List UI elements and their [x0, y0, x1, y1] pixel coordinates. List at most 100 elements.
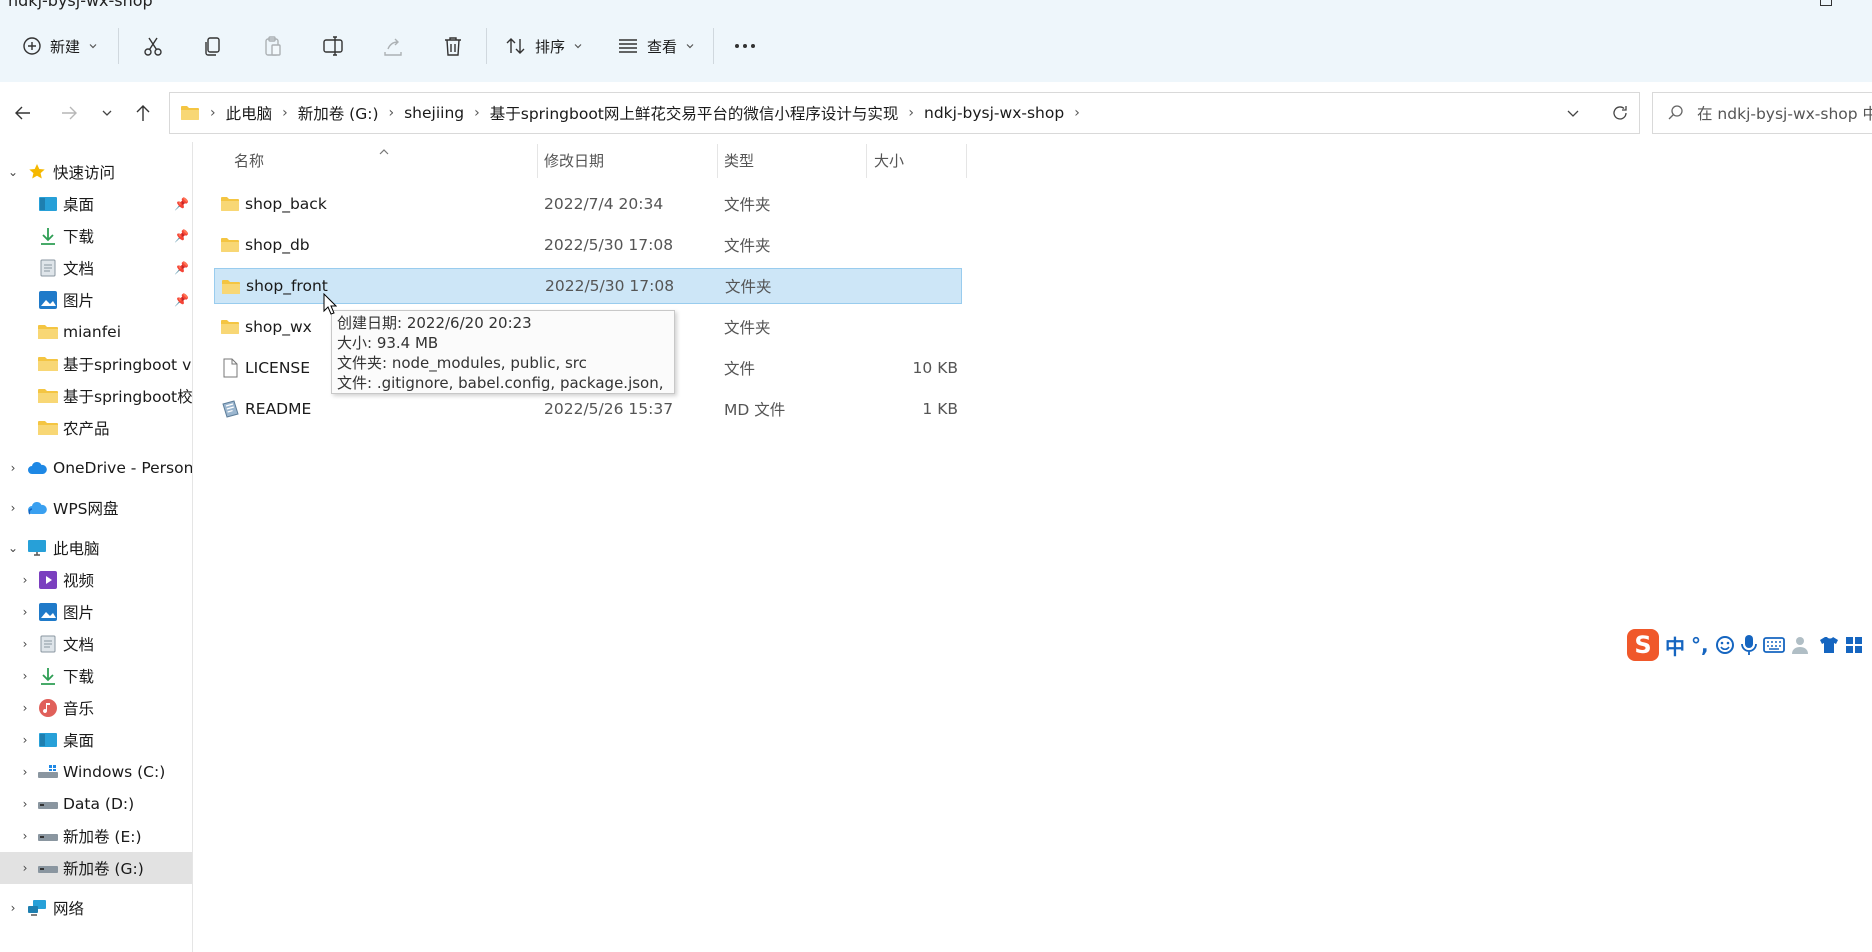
- column-divider[interactable]: [537, 144, 538, 178]
- nav-drive-d[interactable]: › Data (D:): [0, 788, 192, 820]
- chevron-right-icon[interactable]: ›: [18, 733, 32, 747]
- chevron-right-icon[interactable]: ›: [18, 669, 32, 683]
- breadcrumb-separator[interactable]: ›: [474, 105, 480, 121]
- address-bar[interactable]: › 此电脑 › 新加卷 (G:) › shejiing › 基于springbo…: [169, 92, 1640, 134]
- file-row[interactable]: shop_db 2022/5/30 17:08 文件夹: [214, 227, 962, 263]
- keyboard-icon[interactable]: [1762, 637, 1785, 653]
- chevron-right-icon[interactable]: ›: [18, 637, 32, 651]
- search-input[interactable]: 在 ndkj-bysj-wx-shop 中: [1652, 92, 1872, 134]
- chevron-right-icon[interactable]: ›: [6, 461, 20, 475]
- breadcrumb-separator[interactable]: ›: [908, 105, 914, 121]
- sort-button[interactable]: 排序: [505, 23, 583, 69]
- chevron-right-icon[interactable]: ›: [6, 501, 20, 515]
- recent-locations-button[interactable]: [100, 106, 114, 124]
- column-header-name[interactable]: 名称: [234, 150, 264, 174]
- pin-icon[interactable]: 📌: [174, 293, 189, 307]
- column-divider[interactable]: [866, 144, 867, 178]
- nav-network[interactable]: › 网络: [0, 892, 192, 924]
- nav-pc-downloads[interactable]: › 下载: [0, 660, 192, 692]
- file-name: shop_db: [245, 236, 310, 254]
- column-header-date[interactable]: 修改日期: [544, 150, 604, 174]
- nav-pc-videos[interactable]: › 视频: [0, 564, 192, 596]
- chevron-down-icon[interactable]: ⌄: [6, 541, 20, 555]
- emoji-icon[interactable]: [1715, 635, 1735, 655]
- chevron-right-icon[interactable]: ›: [6, 901, 20, 915]
- nav-quick-folder-vue[interactable]: 基于springboot vu: [0, 348, 192, 380]
- delete-button[interactable]: [442, 23, 464, 69]
- pin-icon[interactable]: 📌: [174, 229, 189, 243]
- up-button[interactable]: [132, 102, 154, 128]
- nav-this-pc[interactable]: ⌄ 此电脑: [0, 532, 192, 564]
- column-divider[interactable]: [717, 144, 718, 178]
- chevron-right-icon[interactable]: ›: [18, 573, 32, 587]
- breadcrumb-separator[interactable]: ›: [389, 105, 395, 121]
- address-dropdown-button[interactable]: [1565, 105, 1581, 125]
- refresh-button[interactable]: [1610, 103, 1630, 127]
- pin-icon[interactable]: 📌: [174, 197, 189, 211]
- new-button[interactable]: 新建: [22, 23, 98, 69]
- nav-pc-desktop[interactable]: › 桌面: [0, 724, 192, 756]
- breadcrumb-current[interactable]: ndkj-bysj-wx-shop: [924, 104, 1064, 122]
- nav-label: 桌面: [63, 732, 95, 750]
- user-tools-icon[interactable]: [1791, 635, 1813, 655]
- chevron-right-icon[interactable]: ›: [18, 605, 32, 619]
- nav-pc-music[interactable]: › 音乐: [0, 692, 192, 724]
- chevron-right-icon[interactable]: ›: [18, 701, 32, 715]
- view-button[interactable]: 查看: [617, 23, 695, 69]
- paste-button[interactable]: [262, 23, 284, 69]
- rename-button[interactable]: [322, 23, 344, 69]
- nav-quick-folder-campus[interactable]: 基于springboot校园: [0, 380, 192, 412]
- sogou-logo-icon[interactable]: S: [1627, 629, 1659, 661]
- skin-shirt-icon[interactable]: [1819, 635, 1839, 655]
- cut-button[interactable]: [142, 23, 164, 69]
- chevron-right-icon[interactable]: ›: [18, 797, 32, 811]
- share-button[interactable]: [382, 23, 404, 69]
- rename-icon: [323, 36, 343, 56]
- chevron-right-icon[interactable]: ›: [18, 829, 32, 843]
- file-row[interactable]: README 2022/5/26 15:37 MD 文件 1 KB: [214, 391, 962, 427]
- file-name: shop_back: [245, 195, 327, 213]
- breadcrumb-shejiing[interactable]: shejiing: [404, 104, 464, 122]
- breadcrumb-this-pc[interactable]: 此电脑: [226, 102, 273, 124]
- nav-quick-documents[interactable]: 文档 📌: [0, 252, 192, 284]
- nav-quick-access[interactable]: ⌄ 快速访问: [0, 156, 192, 188]
- copy-button[interactable]: [202, 23, 224, 69]
- column-divider[interactable]: [966, 144, 967, 178]
- column-header-type[interactable]: 类型: [724, 150, 754, 174]
- nav-drive-e[interactable]: › 新加卷 (E:): [0, 820, 192, 852]
- chevron-down-icon[interactable]: ⌄: [6, 165, 20, 179]
- ime-punctuation-toggle[interactable]: °,: [1691, 633, 1709, 657]
- folder-icon: [222, 280, 240, 294]
- breadcrumb-drive-g[interactable]: 新加卷 (G:): [298, 102, 379, 124]
- microphone-icon[interactable]: [1740, 634, 1757, 656]
- toolbox-grid-icon[interactable]: [1845, 636, 1863, 654]
- nav-wps[interactable]: › WPS网盘: [0, 492, 192, 524]
- nav-pc-documents[interactable]: › 文档: [0, 628, 192, 660]
- nav-drive-c[interactable]: › Windows (C:): [0, 756, 192, 788]
- nav-drive-g[interactable]: › 新加卷 (G:): [0, 852, 192, 884]
- breadcrumb-separator[interactable]: ›: [1074, 105, 1080, 121]
- file-row[interactable]: shop_back 2022/7/4 20:34 文件夹: [214, 186, 962, 222]
- ime-mode-toggle[interactable]: 中: [1665, 631, 1685, 660]
- chevron-right-icon[interactable]: ›: [18, 861, 32, 875]
- nav-onedrive[interactable]: › OneDrive - Persona: [0, 452, 192, 484]
- nav-quick-agri[interactable]: 农产品: [0, 412, 192, 444]
- tooltip-folders: 文件夹: node_modules, public, src: [337, 354, 587, 372]
- back-button[interactable]: [12, 102, 34, 128]
- nav-quick-downloads[interactable]: 下载 📌: [0, 220, 192, 252]
- pin-icon[interactable]: 📌: [174, 261, 189, 275]
- file-date: 2022/7/4 20:34: [544, 195, 664, 213]
- nav-quick-mianfei[interactable]: mianfei: [0, 316, 192, 348]
- nav-quick-pictures[interactable]: 图片 📌: [0, 284, 192, 316]
- column-header-size[interactable]: 大小: [874, 150, 904, 174]
- nav-pc-pictures[interactable]: › 图片: [0, 596, 192, 628]
- forward-button[interactable]: [58, 102, 80, 128]
- ime-toolbar[interactable]: S 中 °,: [1627, 627, 1872, 663]
- chevron-right-icon[interactable]: ›: [18, 765, 32, 779]
- breadcrumb-project[interactable]: 基于springboot网上鲜花交易平台的微信小程序设计与实现: [490, 102, 899, 124]
- breadcrumb-separator[interactable]: ›: [282, 105, 288, 121]
- nav-quick-desktop[interactable]: 桌面 📌: [0, 188, 192, 220]
- more-options-button[interactable]: [732, 23, 758, 69]
- breadcrumb-separator[interactable]: ›: [210, 105, 216, 121]
- maximize-icon[interactable]: [1820, 0, 1832, 6]
